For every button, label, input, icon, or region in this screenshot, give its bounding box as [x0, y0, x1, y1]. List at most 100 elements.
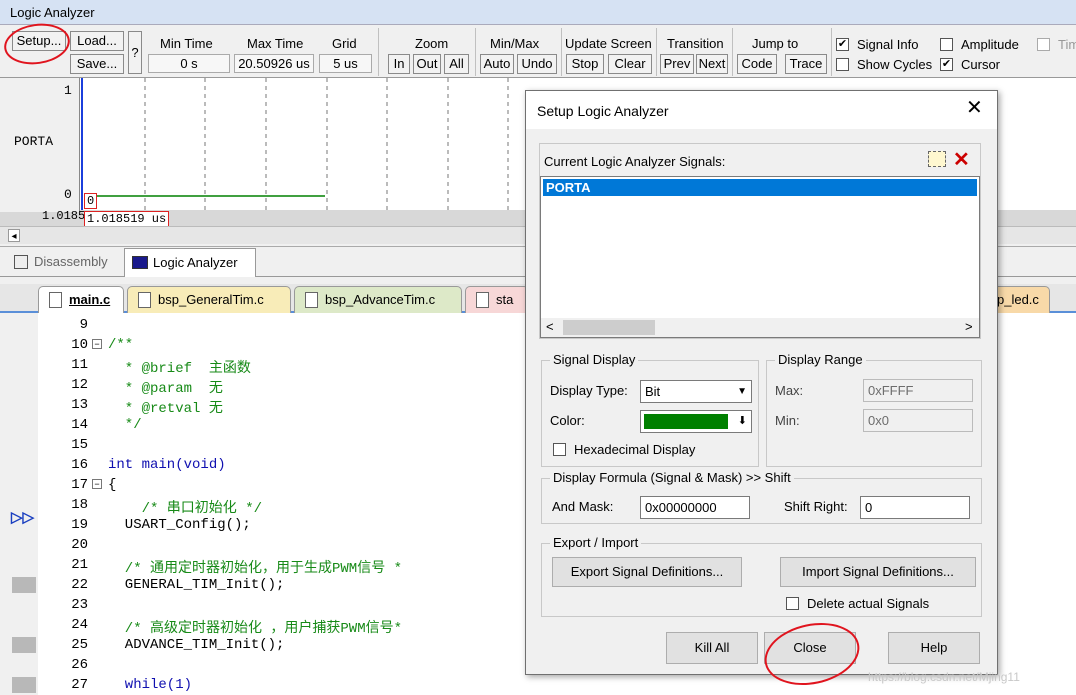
file-tab-led[interactable]: p_led.c: [990, 286, 1050, 313]
scroll-left-icon[interactable]: <: [546, 319, 554, 334]
tab-disassembly[interactable]: Disassembly: [8, 251, 120, 275]
scroll-thumb[interactable]: [563, 320, 655, 335]
hex-display-label: Hexadecimal Display: [574, 442, 696, 457]
tab-logic-analyzer[interactable]: Logic Analyzer: [124, 248, 256, 277]
line-number: 18: [71, 497, 88, 513]
cursor-time-box: 1.018519 us: [84, 211, 170, 227]
hex-display-checkbox[interactable]: [553, 443, 566, 456]
color-select[interactable]: ⬇: [640, 410, 752, 433]
disassembly-icon: [14, 255, 28, 269]
zoom-all-button[interactable]: All: [444, 54, 469, 74]
help-button[interactable]: Help: [888, 632, 980, 664]
toolbar-separator: [831, 28, 832, 76]
jump-code-button[interactable]: Code: [737, 54, 777, 74]
import-signal-definitions-button[interactable]: Import Signal Definitions...: [780, 557, 976, 587]
line-number: 25: [71, 637, 88, 653]
toolbar-separator: [732, 28, 733, 76]
file-tab-advance-tim[interactable]: bsp_AdvanceTim.c: [294, 286, 462, 313]
grid-value: 5 us: [319, 54, 372, 73]
minmax-auto-button[interactable]: Auto: [480, 54, 514, 74]
file-icon: [305, 292, 318, 308]
grid-label: Grid: [332, 36, 357, 51]
zoom-in-button[interactable]: In: [388, 54, 410, 74]
zoom-out-button[interactable]: Out: [413, 54, 441, 74]
export-import-group: Export / Import Export Signal Definition…: [541, 535, 982, 617]
window-title: Logic Analyzer: [10, 5, 95, 20]
shift-right-label: Shift Right:: [784, 499, 848, 514]
show-cycles-checkbox[interactable]: [836, 58, 849, 71]
line-number: 26: [71, 657, 88, 673]
code-line: /**: [108, 337, 134, 353]
close-icon[interactable]: ✕: [966, 98, 983, 118]
new-signal-icon[interactable]: [928, 151, 946, 167]
fold-icon[interactable]: −: [92, 479, 102, 489]
code-line: */: [108, 417, 142, 433]
and-mask-input[interactable]: 0x00000000: [640, 496, 750, 519]
export-signal-definitions-button[interactable]: Export Signal Definitions...: [552, 557, 742, 587]
signal-info-checkbox[interactable]: ✔: [836, 38, 849, 51]
range-max-input[interactable]: 0xFFFF: [863, 379, 973, 402]
chevron-down-icon: ▼: [737, 386, 747, 397]
display-type-label: Display Type:: [550, 383, 628, 398]
file-tab-general-tim[interactable]: bsp_GeneralTim.c: [127, 286, 291, 313]
display-type-select[interactable]: Bit ▼: [640, 380, 752, 403]
line-number: 17: [71, 477, 88, 493]
minmax-undo-button[interactable]: Undo: [517, 54, 557, 74]
transition-prev-button[interactable]: Prev: [660, 54, 694, 74]
y-high-label: 1: [64, 83, 72, 98]
range-min-input[interactable]: 0x0: [863, 409, 973, 432]
toolbar-separator: [561, 28, 562, 76]
line-number: 11: [71, 357, 88, 373]
fold-icon[interactable]: −: [92, 339, 102, 349]
save-button[interactable]: Save...: [70, 54, 124, 74]
dialog-title: Setup Logic Analyzer: [537, 103, 669, 119]
code-line: while(1): [108, 677, 193, 693]
toolbar-separator: [475, 28, 476, 76]
transition-label: Transition: [667, 36, 724, 51]
line-number: 19: [71, 517, 88, 533]
line-number: 23: [71, 597, 88, 613]
code-line: /* 通用定时器初始化，用于生成PWM信号 *: [108, 561, 403, 577]
toolbar-separator: [378, 28, 379, 76]
file-tab-startup[interactable]: sta: [465, 286, 529, 313]
signals-list[interactable]: PORTA < >: [540, 176, 980, 338]
update-stop-button[interactable]: Stop: [566, 54, 604, 74]
amplitude-checkbox[interactable]: [940, 38, 953, 51]
update-clear-button[interactable]: Clear: [608, 54, 652, 74]
line-number: 27: [71, 677, 88, 693]
signal-display-group-label: Signal Display: [550, 352, 639, 367]
line-number: 16: [71, 457, 88, 473]
toolbar-separator: [656, 28, 657, 76]
line-number: 15: [71, 437, 88, 453]
jump-trace-button[interactable]: Trace: [785, 54, 827, 74]
signal-list-item[interactable]: PORTA: [543, 179, 977, 196]
timestamps-checkbox[interactable]: [1037, 38, 1050, 51]
shift-right-input[interactable]: 0: [860, 496, 970, 519]
logic-analyzer-titlebar: Logic Analyzer: [0, 0, 1076, 25]
code-line: /* 高级定时器初始化 ，用户捕获PWM信号*: [108, 621, 403, 637]
delete-signal-icon[interactable]: ✕: [953, 147, 970, 172]
signal-display-group: Signal Display Display Type: Bit ▼ Color…: [541, 352, 759, 467]
signals-hscrollbar[interactable]: < >: [541, 318, 979, 337]
load-button[interactable]: Load...: [70, 31, 124, 51]
file-tab-main[interactable]: main.c: [38, 286, 124, 313]
scroll-right-icon[interactable]: >: [965, 319, 973, 334]
scroll-left-icon[interactable]: ◂: [8, 229, 20, 242]
breakpoint-marker: [12, 637, 36, 653]
help-button[interactable]: ?: [128, 31, 142, 74]
timestamps-label: Tim: [1058, 37, 1076, 52]
kill-all-button[interactable]: Kill All: [666, 632, 758, 664]
display-range-group: Display Range Max: 0xFFFF Min: 0x0: [766, 352, 982, 467]
breakpoint-marker: [12, 677, 36, 693]
min-time-label: Min Time: [160, 36, 213, 51]
export-import-group-label: Export / Import: [550, 535, 642, 550]
signal-name-porta[interactable]: PORTA: [14, 134, 53, 149]
code-line: /* 串口初始化 */: [108, 501, 263, 517]
transition-next-button[interactable]: Next: [696, 54, 728, 74]
show-cycles-label: Show Cycles: [857, 57, 933, 72]
code-line: * @retval 无: [108, 401, 223, 417]
delete-actual-signals-checkbox[interactable]: [786, 597, 799, 610]
zoom-label: Zoom: [415, 36, 449, 51]
cursor-checkbox[interactable]: ✔: [940, 58, 953, 71]
code-line: ADVANCE_TIM_Init();: [108, 637, 285, 653]
